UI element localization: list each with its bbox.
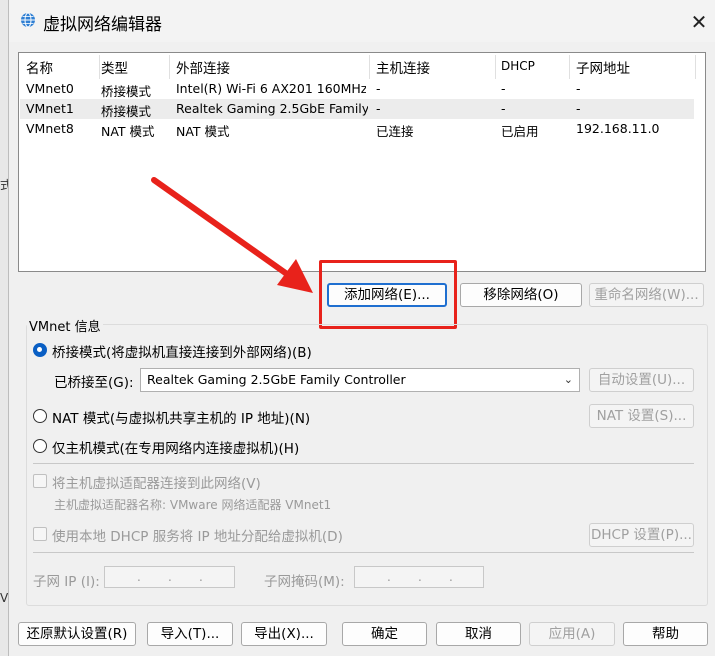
column-divider xyxy=(369,55,370,79)
annotation-arrow-icon xyxy=(151,177,313,293)
column-divider xyxy=(169,55,170,79)
export-button[interactable]: 导出(X)... xyxy=(241,622,327,646)
cell-external: Intel(R) Wi-Fi 6 AX201 160MHz xyxy=(176,81,366,96)
adapter-name-label: 主机虚拟适配器名称: VMware 网络适配器 VMnet1 xyxy=(54,498,332,512)
cell-name: VMnet1 xyxy=(26,101,74,116)
bridged-mode-label[interactable]: 桥接模式(将虚拟机直接连接到外部网络)(B) xyxy=(52,341,312,361)
cell-external: Realtek Gaming 2.5GbE Family... xyxy=(176,101,368,116)
restore-defaults-button[interactable]: 还原默认设置(R) xyxy=(18,622,136,646)
column-header-name[interactable]: 名称 xyxy=(26,57,53,77)
cell-name: VMnet0 xyxy=(26,81,74,96)
cell-name: VMnet8 xyxy=(26,121,74,136)
divider xyxy=(33,463,694,464)
nat-mode-radio[interactable] xyxy=(33,409,47,423)
nat-settings-button[interactable]: NAT 设置(S)... xyxy=(589,404,694,428)
subnet-ip-label: 子网 IP (I): xyxy=(33,574,100,590)
network-table[interactable]: 名称 类型 外部连接 主机连接 DHCP 子网地址 VMnet0 桥接模式 In… xyxy=(18,52,706,272)
cell-subnet: 192.168.11.0 xyxy=(576,121,660,136)
connect-adapter-label[interactable]: 将主机虚拟适配器连接到此网络(V) xyxy=(52,472,261,492)
vmnet-info-group xyxy=(26,324,708,606)
cell-external: NAT 模式 xyxy=(176,124,230,139)
apply-button[interactable]: 应用(A) xyxy=(529,622,615,646)
subnet-mask-input[interactable]: . . . xyxy=(354,566,484,588)
use-dhcp-checkbox[interactable] xyxy=(33,527,47,541)
bridged-adapter-select[interactable]: Realtek Gaming 2.5GbE Family Controller … xyxy=(140,368,580,392)
column-divider xyxy=(569,55,570,79)
cancel-button[interactable]: 取消 xyxy=(436,622,521,646)
table-row[interactable]: VMnet1 桥接模式 Realtek Gaming 2.5GbE Family… xyxy=(20,99,694,119)
table-row[interactable]: VMnet0 桥接模式 Intel(R) Wi-Fi 6 AX201 160MH… xyxy=(20,79,694,99)
import-button[interactable]: 导入(T)... xyxy=(147,622,233,646)
cell-host: 已连接 xyxy=(376,124,414,139)
virtual-network-editor-dialog: 虚拟网络编辑器 ✕ 名称 类型 外部连接 主机连接 DHCP 子网地址 VMne… xyxy=(8,0,715,656)
title-bar: 虚拟网络编辑器 ✕ xyxy=(9,0,715,42)
cell-type: 桥接模式 xyxy=(101,84,152,99)
host-only-radio[interactable] xyxy=(33,439,47,453)
host-only-label[interactable]: 仅主机模式(在专用网络内连接虚拟机)(H) xyxy=(52,437,299,457)
background-text: V xyxy=(0,591,9,605)
column-divider xyxy=(99,55,100,79)
cell-type: 桥接模式 xyxy=(101,104,152,119)
cell-subnet: - xyxy=(576,101,581,116)
subnet-mask-label: 子网掩码(M): xyxy=(264,574,345,590)
divider xyxy=(33,552,694,553)
vmnet-info-title: VMnet 信息 xyxy=(27,316,103,335)
globe-icon xyxy=(21,12,35,28)
column-divider xyxy=(495,55,496,79)
table-row[interactable]: VMnet8 NAT 模式 NAT 模式 已连接 已启用 192.168.11.… xyxy=(20,119,694,139)
remove-network-button[interactable]: 移除网络(O) xyxy=(460,283,582,307)
cell-host: - xyxy=(376,101,381,116)
column-header-type[interactable]: 类型 xyxy=(101,57,128,77)
column-header-external[interactable]: 外部连接 xyxy=(176,57,230,77)
column-header-subnet[interactable]: 子网地址 xyxy=(576,57,630,77)
cell-dhcp: 已启用 xyxy=(501,124,539,139)
column-divider xyxy=(695,55,696,79)
cell-dhcp: - xyxy=(501,101,506,116)
help-button[interactable]: 帮助 xyxy=(623,622,708,646)
close-button[interactable]: ✕ xyxy=(687,10,711,34)
connect-adapter-checkbox[interactable] xyxy=(33,474,47,488)
column-header-host[interactable]: 主机连接 xyxy=(376,57,430,77)
window-title: 虚拟网络编辑器 xyxy=(43,15,162,35)
annotation-highlight-box xyxy=(319,260,457,329)
cell-type: NAT 模式 xyxy=(101,124,155,139)
nat-mode-label[interactable]: NAT 模式(与虚拟机共享主机的 IP 地址)(N) xyxy=(52,407,310,427)
subnet-ip-input[interactable]: . . . xyxy=(104,566,235,588)
use-dhcp-label[interactable]: 使用本地 DHCP 服务将 IP 地址分配给虚拟机(D) xyxy=(52,525,343,545)
cell-dhcp: - xyxy=(501,81,506,96)
bridged-adapter-value: Realtek Gaming 2.5GbE Family Controller xyxy=(147,372,406,387)
bridged-to-label: 已桥接至(G): xyxy=(54,375,134,391)
dhcp-settings-button[interactable]: DHCP 设置(P)... xyxy=(589,523,694,547)
bridged-mode-radio[interactable] xyxy=(33,343,47,357)
ok-button[interactable]: 确定 xyxy=(342,622,427,646)
cell-host: - xyxy=(376,81,381,96)
chevron-down-icon: ⌄ xyxy=(563,373,573,386)
column-header-dhcp[interactable]: DHCP xyxy=(501,59,535,73)
auto-settings-button[interactable]: 自动设置(U)... xyxy=(589,368,694,392)
cell-subnet: - xyxy=(576,81,581,96)
rename-network-button[interactable]: 重命名网络(W)... xyxy=(589,283,704,307)
